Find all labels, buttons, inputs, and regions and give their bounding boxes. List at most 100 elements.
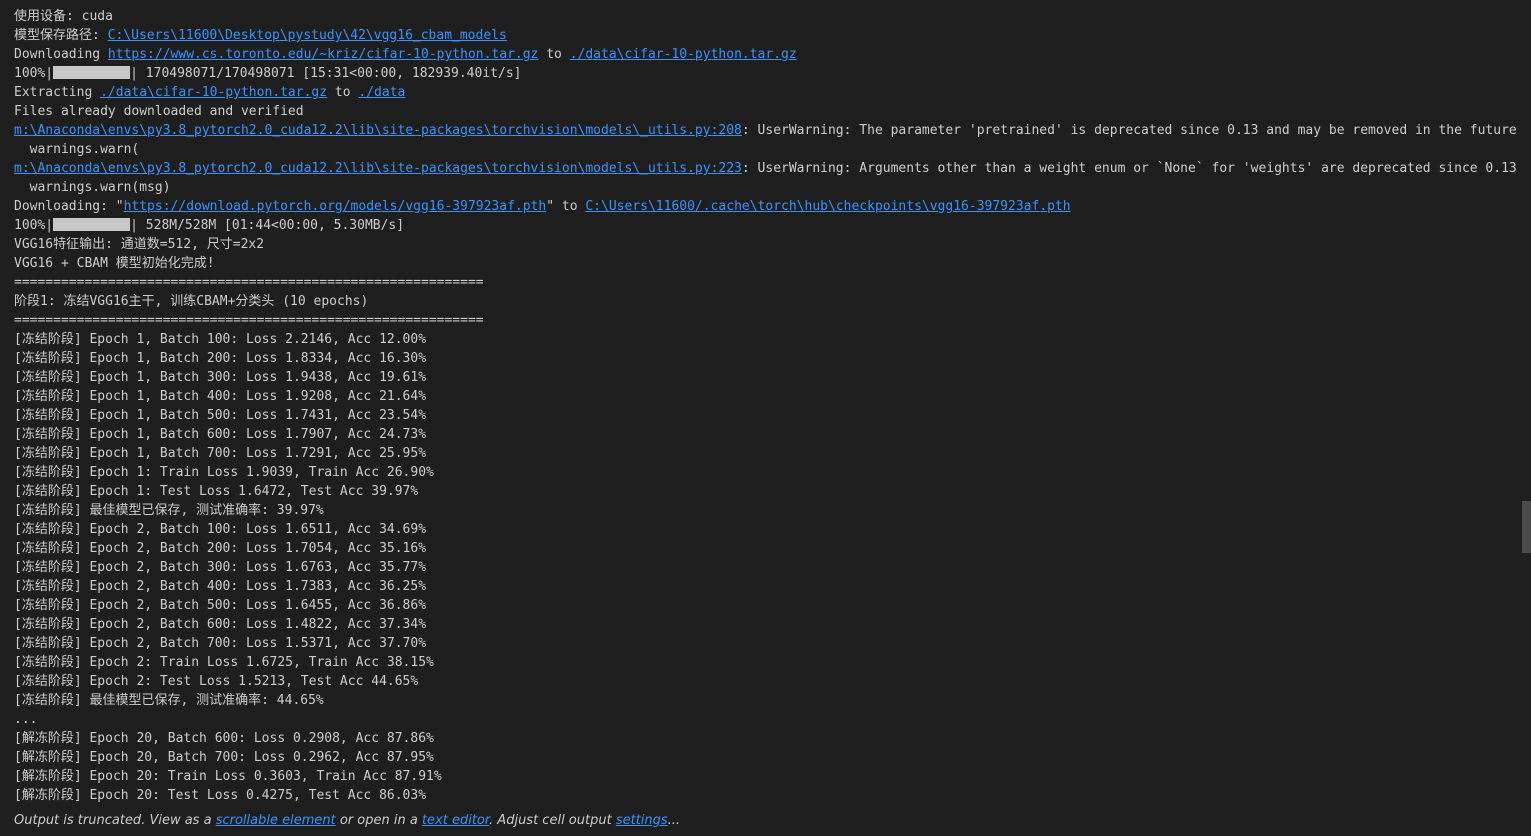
output-text: Downloading (14, 47, 108, 62)
output-text: 100%| (14, 66, 54, 81)
output-line: ========================================… (14, 273, 1517, 292)
output-line: [冻结阶段] Epoch 1, Batch 200: Loss 1.8334, … (14, 349, 1517, 368)
output-line: 100%| | 528M/528M [01:44<00:00, 5.30MB/s] (14, 216, 1517, 235)
output-text: [冻结阶段] Epoch 2, Batch 500: Loss 1.6455, … (14, 598, 427, 613)
output-text: [冻结阶段] 最佳模型已保存, 测试准确率: 44.65% (14, 693, 324, 708)
output-line: [冻结阶段] Epoch 2: Train Loss 1.6725, Train… (14, 653, 1517, 672)
output-line: 阶段1: 冻结VGG16主干, 训练CBAM+分类头 (10 epochs) (14, 292, 1517, 311)
output-line: [冻结阶段] Epoch 1, Batch 500: Loss 1.7431, … (14, 406, 1517, 425)
output-line: [冻结阶段] Epoch 2, Batch 500: Loss 1.6455, … (14, 596, 1517, 615)
output-line: [冻结阶段] Epoch 2, Batch 300: Loss 1.6763, … (14, 558, 1517, 577)
output-link[interactable]: m:\Anaconda\envs\py3.8_pytorch2.0_cuda12… (14, 161, 742, 176)
output-line: [冻结阶段] Epoch 1: Train Loss 1.9039, Train… (14, 463, 1517, 482)
output-text: [冻结阶段] Epoch 1, Batch 400: Loss 1.9208, … (14, 389, 427, 404)
output-line: [冻结阶段] Epoch 2, Batch 100: Loss 1.6511, … (14, 520, 1517, 539)
output-line: m:\Anaconda\envs\py3.8_pytorch2.0_cuda12… (14, 121, 1517, 140)
settings-link[interactable]: settings (616, 813, 668, 828)
output-link[interactable]: C:\Users\11600\Desktop\pystudy\42\vgg16_… (108, 28, 507, 43)
output-text: [冻结阶段] Epoch 1, Batch 700: Loss 1.7291, … (14, 446, 427, 461)
output-line: [冻结阶段] Epoch 2, Batch 600: Loss 1.4822, … (14, 615, 1517, 634)
output-line: Downloading: "https://download.pytorch.o… (14, 197, 1517, 216)
output-text: : UserWarning: The parameter 'pretrained… (741, 123, 1517, 138)
output-text: | 528M/528M [01:44<00:00, 5.30MB/s] (130, 218, 405, 233)
output-text: [冻结阶段] Epoch 1: Train Loss 1.9039, Train… (14, 465, 434, 480)
output-text: Extracting (14, 85, 101, 100)
output-line: [冻结阶段] Epoch 1, Batch 300: Loss 1.9438, … (14, 368, 1517, 387)
output-text: [冻结阶段] Epoch 2, Batch 100: Loss 1.6511, … (14, 522, 427, 537)
output-text: : UserWarning: Arguments other than a we… (741, 161, 1517, 176)
output-text: [冻结阶段] Epoch 2: Train Loss 1.6725, Train… (14, 655, 434, 670)
output-line: 使用设备: cuda (14, 7, 1517, 26)
output-link[interactable]: m:\Anaconda\envs\py3.8_pytorch2.0_cuda12… (14, 123, 742, 138)
output-line: [解冻阶段] Epoch 20: Train Loss 0.3603, Trai… (14, 767, 1517, 786)
output-link[interactable]: C:\Users\11600/.cache\torch\hub\checkpoi… (585, 199, 1070, 214)
output-text: warnings.warn(msg) (14, 180, 171, 195)
output-text: Downloading: " (14, 199, 124, 214)
output-link[interactable]: ./data\cifar-10-python.tar.gz (100, 85, 327, 100)
progress-bar-fill (53, 66, 131, 79)
output-text: [冻结阶段] Epoch 1, Batch 200: Loss 1.8334, … (14, 351, 427, 366)
output-line: [冻结阶段] 最佳模型已保存, 测试准确率: 39.97% (14, 501, 1517, 520)
scrollbar-thumb[interactable] (1522, 501, 1531, 553)
cell-output: 使用设备: cuda 模型保存路径: C:\Users\11600\Desktop… (0, 0, 1517, 836)
output-text: ========================================… (14, 313, 484, 328)
output-text: " to (546, 199, 586, 214)
output-text: [冻结阶段] Epoch 2, Batch 600: Loss 1.4822, … (14, 617, 427, 632)
output-text: 模型保存路径: (14, 28, 108, 43)
text-editor-link[interactable]: text editor (422, 813, 489, 828)
output-text: [冻结阶段] Epoch 1, Batch 300: Loss 1.9438, … (14, 370, 427, 385)
output-text: warnings.warn( (14, 142, 140, 157)
output-line: Files already downloaded and verified (14, 102, 1517, 121)
output-text: ========================================… (14, 275, 484, 290)
scrollable-element-link[interactable]: scrollable element (216, 813, 336, 828)
output-line: ... (14, 710, 1517, 729)
output-line: Downloading https://www.cs.toronto.edu/~… (14, 45, 1517, 64)
output-line: warnings.warn( (14, 140, 1517, 159)
output-line: 100%| | 170498071/170498071 [15:31<00:00,… (14, 64, 1517, 83)
output-text: [冻结阶段] Epoch 1: Test Loss 1.6472, Test A… (14, 484, 419, 499)
output-line: [冻结阶段] Epoch 2: Test Loss 1.5213, Test A… (14, 672, 1517, 691)
output-text: 阶段1: 冻结VGG16主干, 训练CBAM+分类头 (10 epochs) (14, 294, 369, 309)
output-line: [冻结阶段] Epoch 1, Batch 600: Loss 1.7907, … (14, 425, 1517, 444)
output-text: [冻结阶段] Epoch 2: Test Loss 1.5213, Test A… (14, 674, 419, 689)
output-text: [冻结阶段] Epoch 2, Batch 400: Loss 1.7383, … (14, 579, 427, 594)
output-line: Extracting ./data\cifar-10-python.tar.gz… (14, 83, 1517, 102)
output-line: [冻结阶段] Epoch 1, Batch 400: Loss 1.9208, … (14, 387, 1517, 406)
output-line: [冻结阶段] Epoch 1, Batch 100: Loss 2.2146, … (14, 330, 1517, 349)
output-text: [冻结阶段] 最佳模型已保存, 测试准确率: 39.97% (14, 503, 324, 518)
output-link[interactable]: ./data (358, 85, 405, 100)
output-line: m:\Anaconda\envs\py3.8_pytorch2.0_cuda12… (14, 159, 1517, 178)
output-link[interactable]: https://www.cs.toronto.edu/~kriz/cifar-1… (108, 47, 538, 62)
output-text: [解冻阶段] Epoch 20: Train Loss 0.3603, Trai… (14, 769, 442, 784)
truncation-text-3: . Adjust cell output (489, 813, 616, 828)
output-line: [解冻阶段] Epoch 20, Batch 700: Loss 0.2962,… (14, 748, 1517, 767)
output-line: [冻结阶段] Epoch 2, Batch 200: Loss 1.7054, … (14, 539, 1517, 558)
output-line: [冻结阶段] 最佳模型已保存, 测试准确率: 44.65% (14, 691, 1517, 710)
output-link[interactable]: ./data\cifar-10-python.tar.gz (570, 47, 797, 62)
output-line: warnings.warn(msg) (14, 178, 1517, 197)
output-line: [冻结阶段] Epoch 2, Batch 400: Loss 1.7383, … (14, 577, 1517, 596)
truncation-notice: Output is truncated. View as a scrollabl… (14, 811, 680, 830)
output-line: ========================================… (14, 311, 1517, 330)
progress-bar-fill (53, 218, 131, 231)
output-text: [解冻阶段] Epoch 20: Test Loss 0.4275, Test … (14, 788, 427, 803)
truncation-text-1: Output is truncated. View as a (14, 813, 216, 828)
output-line: [冻结阶段] Epoch 2, Batch 700: Loss 1.5371, … (14, 634, 1517, 653)
output-text: [冻结阶段] Epoch 2, Batch 300: Loss 1.6763, … (14, 560, 427, 575)
output-text: | 170498071/170498071 [15:31<00:00, 1829… (130, 66, 522, 81)
output-line: [解冻阶段] Epoch 20: Test Loss 0.4275, Test … (14, 786, 1517, 805)
output-text: [冻结阶段] Epoch 1, Batch 500: Loss 1.7431, … (14, 408, 427, 423)
output-text: to (327, 85, 359, 100)
output-line: VGG16 + CBAM 模型初始化完成! (14, 254, 1517, 273)
output-text: [冻结阶段] Epoch 1, Batch 600: Loss 1.7907, … (14, 427, 427, 442)
vertical-scrollbar[interactable] (1522, 0, 1531, 836)
output-text: [解冻阶段] Epoch 20, Batch 600: Loss 0.2908,… (14, 731, 434, 746)
output-line: [冻结阶段] Epoch 1, Batch 700: Loss 1.7291, … (14, 444, 1517, 463)
output-line: [解冻阶段] Epoch 20, Batch 600: Loss 0.2908,… (14, 729, 1517, 748)
output-text: [冻结阶段] Epoch 1, Batch 100: Loss 2.2146, … (14, 332, 427, 347)
output-text: [冻结阶段] Epoch 2, Batch 700: Loss 1.5371, … (14, 636, 427, 651)
output-text: to (538, 47, 570, 62)
output-text: VGG16特征输出: 通道数=512, 尺寸=2x2 (14, 237, 265, 252)
output-link[interactable]: https://download.pytorch.org/models/vgg1… (124, 199, 547, 214)
output-text: ... (14, 712, 38, 727)
